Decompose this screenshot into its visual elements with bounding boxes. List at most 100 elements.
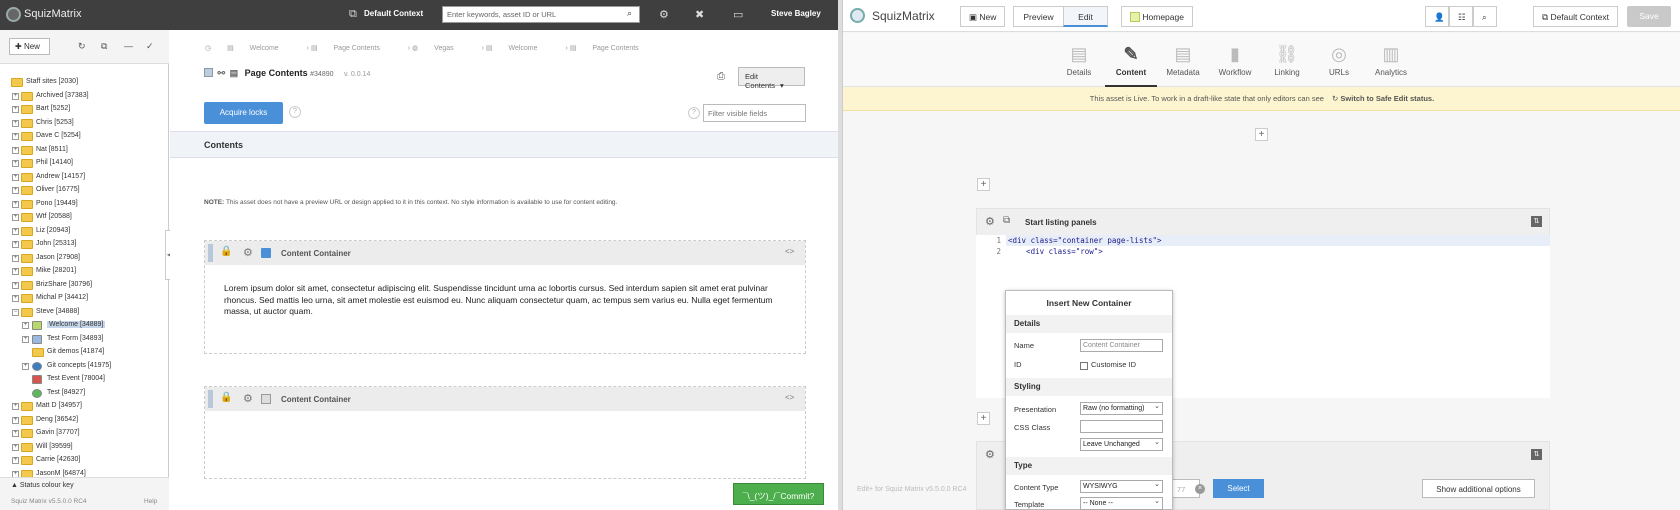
tree-item[interactable]: + Bart [5252] <box>0 103 169 117</box>
content-type-select[interactable]: WYSIWYG <box>1080 480 1163 493</box>
tree-item[interactable]: + Deng [36542] <box>0 414 169 428</box>
user-name[interactable]: Steve Bagley <box>771 9 821 18</box>
help-icon[interactable]: ? <box>289 106 301 118</box>
tree-item[interactable]: + Mike [28201] <box>0 265 169 279</box>
tree-item[interactable]: + Test Form [34893] <box>0 333 169 347</box>
tools-icon[interactable]: ✖ <box>695 8 704 21</box>
insert-container-button[interactable]: + <box>977 178 990 191</box>
tree-item[interactable]: + Liz [20943] <box>0 225 169 239</box>
tree-item[interactable]: Git demos [41874] <box>0 346 169 360</box>
tab-linking[interactable]: ⛓ Linking <box>1261 33 1313 87</box>
tab-workflow[interactable]: ▮ Workflow <box>1209 33 1261 87</box>
gear-icon[interactable]: ⚙ <box>985 215 995 228</box>
tree-item[interactable]: Staff sites [2030] <box>0 76 169 90</box>
collapse-icon[interactable]: — <box>124 41 133 51</box>
tree-item[interactable]: + Michal P [34412] <box>0 292 169 306</box>
expand-toggle-icon[interactable]: + <box>12 106 19 113</box>
tree-item[interactable]: + Gavin [37707] <box>0 427 169 441</box>
tree-item[interactable]: + Git concepts [41975] <box>0 360 169 374</box>
tree-item[interactable]: + BrizShare [30796] <box>0 279 169 293</box>
code-view-icon[interactable]: <> <box>785 393 794 402</box>
show-additional-options-button[interactable]: Show additional options <box>1422 479 1535 498</box>
drag-handle[interactable] <box>208 244 213 262</box>
user-icon[interactable]: 👤 <box>1425 6 1449 27</box>
expand-toggle-icon[interactable]: + <box>12 214 19 221</box>
edit-contents-dropdown[interactable]: Edit Contents ▾ <box>738 67 805 90</box>
select-button[interactable]: Select <box>1213 479 1264 498</box>
status-colour-key[interactable]: ▲ Status colour key <box>11 482 74 489</box>
expand-toggle-icon[interactable]: + <box>12 227 19 235</box>
expand-toggle-icon[interactable]: + <box>12 254 19 262</box>
class-option-select[interactable]: Leave Unchanged <box>1080 438 1163 451</box>
tree-item[interactable]: + Andrew [14157] <box>0 171 169 185</box>
gear-icon[interactable]: ⚙ <box>659 8 669 21</box>
asset-search-input[interactable]: Enter keywords, asset ID or URL <box>442 6 640 23</box>
expand-toggle-icon[interactable]: + <box>12 457 19 464</box>
expand-toggle-icon[interactable]: + <box>12 443 19 451</box>
toggle-icon[interactable]: ⇅ <box>1531 216 1542 227</box>
copy-icon[interactable]: ⧉ <box>1003 215 1010 226</box>
commit-button[interactable]: ¯\_(ツ)_/¯Commit? <box>733 483 824 505</box>
presentation-select[interactable]: Raw (no formatting) <box>1080 402 1163 415</box>
expand-toggle-icon[interactable]: − <box>12 308 19 316</box>
tree-icon[interactable]: ☷ <box>1449 6 1473 27</box>
copy-icon[interactable]: ⧉ <box>101 41 107 52</box>
expand-toggle-icon[interactable]: + <box>12 92 19 100</box>
check-icon[interactable]: ✓ <box>146 41 154 52</box>
gear-icon[interactable]: ⚙ <box>985 448 995 461</box>
context-switcher[interactable]: ⧉ Default Context <box>1533 6 1619 27</box>
gear-icon[interactable]: ⚙ <box>243 246 253 259</box>
tree-item[interactable]: − Steve [34888] <box>0 306 169 320</box>
clear-icon[interactable]: × <box>1195 484 1205 494</box>
expand-toggle-icon[interactable]: + <box>12 200 19 208</box>
insert-container-button[interactable]: + <box>977 412 990 425</box>
tab-metadata[interactable]: ▤ Metadata <box>1157 33 1209 87</box>
expand-toggle-icon[interactable]: + <box>12 119 19 127</box>
drag-handle[interactable] <box>208 390 213 408</box>
help-link[interactable]: Help <box>144 498 157 505</box>
expand-toggle-icon[interactable]: + <box>12 416 19 424</box>
container-body[interactable]: Lorem ipsum dolor sit amet, consectetur … <box>224 283 784 318</box>
tree-item[interactable]: + Will [39599] <box>0 441 169 455</box>
expand-toggle-icon[interactable]: + <box>12 187 19 194</box>
expand-toggle-icon[interactable]: + <box>12 430 19 437</box>
expand-toggle-icon[interactable]: + <box>12 268 19 275</box>
expand-toggle-icon[interactable]: + <box>12 241 19 248</box>
container-name-input[interactable]: Content Container <box>1080 339 1163 352</box>
lock-icon[interactable]: 🔒 <box>220 392 232 403</box>
context-switcher[interactable]: Default Context <box>364 9 423 18</box>
code-view-icon[interactable]: <> <box>785 247 794 256</box>
tab-urls[interactable]: ◎ URLs <box>1313 33 1365 87</box>
expand-toggle-icon[interactable]: + <box>12 133 19 140</box>
help-icon[interactable]: ? <box>688 107 700 119</box>
tab-content[interactable]: ✎ Content <box>1105 33 1157 87</box>
expand-toggle-icon[interactable]: + <box>22 335 29 343</box>
refresh-icon[interactable]: ↻ <box>78 41 86 52</box>
tree-item[interactable]: + Matt D [34957] <box>0 400 169 414</box>
search-icon[interactable]: ⌕ <box>1473 6 1497 27</box>
tree-item[interactable]: + Carrie [42630] <box>0 454 169 468</box>
tree-item[interactable]: + Phil [14140] <box>0 157 169 171</box>
monitor-icon[interactable]: ▭ <box>733 8 743 21</box>
tree-item[interactable]: + Oliver [16775] <box>0 184 169 198</box>
save-button[interactable]: Save <box>1627 6 1671 27</box>
customise-id-checkbox[interactable] <box>1080 362 1088 370</box>
expand-toggle-icon[interactable]: + <box>12 281 19 289</box>
tree-item[interactable]: + Nat [8511] <box>0 144 169 158</box>
expand-toggle-icon[interactable]: + <box>12 403 19 410</box>
tree-item[interactable]: + Archived [37383] <box>0 90 169 104</box>
expand-toggle-icon[interactable]: + <box>22 322 29 329</box>
tree-item[interactable]: Test [84927] <box>0 387 169 401</box>
filter-visible-fields-input[interactable]: Filter visible fields <box>703 104 806 122</box>
tree-item[interactable]: + Jason [27908] <box>0 252 169 266</box>
tree-item[interactable]: + Dave C [5254] <box>0 130 169 144</box>
expand-toggle-icon[interactable]: + <box>12 295 19 302</box>
lock-icon[interactable]: 🔒 <box>220 246 232 257</box>
history-icon[interactable]: ◷ <box>205 45 211 52</box>
template-select[interactable]: -- None -- <box>1080 497 1163 510</box>
tree-item[interactable]: + Welcome [34889] <box>0 319 169 333</box>
toggle-icon[interactable]: ⇅ <box>1531 449 1542 460</box>
edit-mode-button[interactable]: Edit <box>1063 6 1108 27</box>
tab-analytics[interactable]: ▥ Analytics <box>1365 33 1417 87</box>
expand-toggle-icon[interactable]: + <box>12 160 19 167</box>
